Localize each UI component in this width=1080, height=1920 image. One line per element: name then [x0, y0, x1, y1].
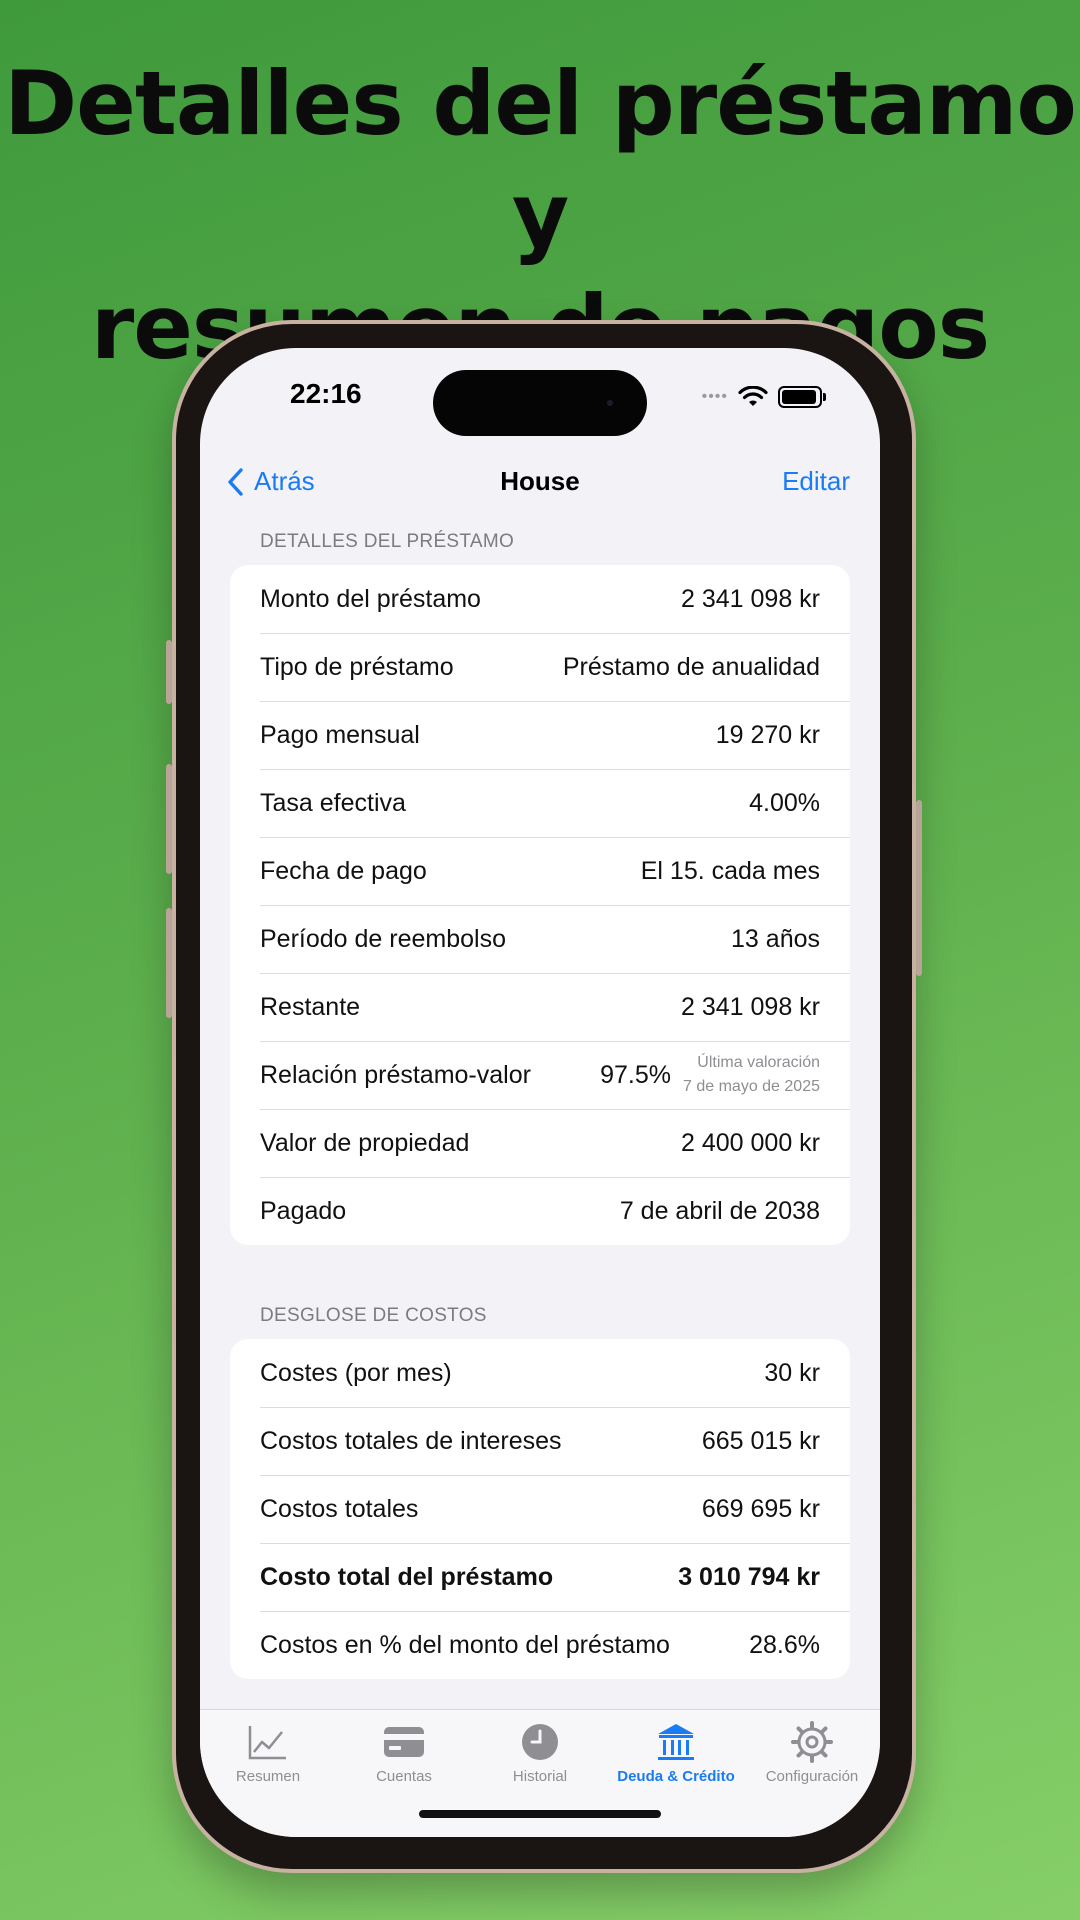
row-label: Tasa efectiva — [260, 788, 406, 817]
detail-row-loan-type: Tipo de préstamo Préstamo de anualidad — [230, 633, 850, 701]
last-valuation-date: 7 de mayo de 2025 — [683, 1078, 820, 1095]
tab-configuracion[interactable]: Configuración — [744, 1718, 880, 1785]
row-label: Pago mensual — [260, 720, 420, 749]
ltv-value: 97.5% — [600, 1060, 671, 1089]
volume-up-button — [166, 764, 172, 874]
phone-screen: 22:16 •••• Atrás House Editar DETALLES D… — [200, 348, 880, 1837]
detail-row-monthly-payment: Pago mensual 19 270 kr — [230, 701, 850, 769]
row-label: Relación préstamo-valor — [260, 1060, 531, 1089]
power-button — [916, 800, 922, 976]
last-valuation-note: Última valoración 7 de mayo de 2025 — [683, 1051, 820, 1099]
last-valuation-label: Última valoración — [697, 1054, 820, 1071]
detail-row-loan-to-value: Relación préstamo-valor 97.5% Última val… — [230, 1041, 850, 1109]
detail-row-effective-rate: Tasa efectiva 4.00% — [230, 769, 850, 837]
row-label: Pagado — [260, 1196, 347, 1225]
row-label: Costos totales — [260, 1494, 419, 1523]
dynamic-island — [433, 370, 647, 436]
tab-label: Historial — [512, 1768, 568, 1785]
row-value: 28.6% — [749, 1630, 820, 1659]
bank-icon — [658, 1724, 694, 1760]
row-value: El 15. cada mes — [640, 856, 820, 885]
row-value: 7 de abril de 2038 — [619, 1196, 820, 1225]
tab-deuda-credito[interactable]: Deuda & Crédito — [608, 1718, 744, 1785]
row-label: Tipo de préstamo — [260, 652, 454, 681]
tab-resumen[interactable]: Resumen — [200, 1718, 336, 1785]
ltv-value-group: 97.5% Última valoración 7 de mayo de 202… — [600, 1051, 820, 1099]
row-value: 2 341 098 kr — [681, 584, 820, 613]
row-label: Costo total del préstamo — [260, 1562, 554, 1591]
cost-row-cost-percent: Costos en % del monto del préstamo 28.6% — [230, 1611, 850, 1679]
chart-line-icon — [248, 1726, 286, 1760]
clock-icon — [522, 1724, 558, 1760]
detail-row-loan-amount: Monto del préstamo 2 341 098 kr — [230, 565, 850, 633]
detail-row-repayment-period: Período de reembolso 13 años — [230, 905, 850, 973]
row-value: 2 400 000 kr — [681, 1128, 820, 1157]
row-label: Costes (por mes) — [260, 1358, 452, 1387]
row-value: 30 kr — [764, 1358, 820, 1387]
wifi-icon — [738, 386, 768, 406]
phone-frame: 22:16 •••• Atrás House Editar DETALLES D… — [166, 320, 922, 1873]
action-button — [166, 640, 172, 704]
row-label: Costos totales de intereses — [260, 1426, 562, 1455]
home-indicator[interactable] — [419, 1810, 661, 1818]
row-label: Período de reembolso — [260, 924, 506, 953]
signal-icon: •••• — [701, 388, 728, 405]
row-value: Préstamo de anualidad — [562, 652, 820, 681]
row-value: 665 015 kr — [701, 1426, 820, 1455]
headline-line-1: Detalles del préstamo y — [4, 52, 1077, 267]
edit-button[interactable]: Editar — [782, 466, 850, 497]
cost-row-total-costs: Costos totales 669 695 kr — [230, 1475, 850, 1543]
cost-breakdown-header: DESGLOSE DE COSTOS — [260, 1305, 487, 1326]
tab-cuentas[interactable]: Cuentas — [336, 1718, 472, 1785]
row-value: 669 695 kr — [701, 1494, 820, 1523]
row-label: Costos en % del monto del préstamo — [260, 1630, 670, 1659]
row-label: Fecha de pago — [260, 856, 427, 885]
card-icon — [384, 1727, 424, 1757]
row-value: 3 010 794 kr — [678, 1562, 820, 1591]
status-time: 22:16 — [290, 378, 362, 409]
row-label: Valor de propiedad — [260, 1128, 470, 1157]
status-icons: •••• — [701, 386, 826, 408]
tab-label: Resumen — [235, 1768, 301, 1785]
detail-row-remaining: Restante 2 341 098 kr — [230, 973, 850, 1041]
battery-icon — [778, 386, 826, 408]
cost-row-monthly-fees: Costes (por mes) 30 kr — [230, 1339, 850, 1407]
row-value: 13 años — [731, 924, 820, 953]
tab-historial[interactable]: Historial — [472, 1718, 608, 1785]
detail-row-property-value: Valor de propiedad 2 400 000 kr — [230, 1109, 850, 1177]
row-value: 2 341 098 kr — [681, 992, 820, 1021]
cost-row-total-loan-cost: Costo total del préstamo 3 010 794 kr — [230, 1543, 850, 1611]
gear-icon — [791, 1721, 833, 1763]
row-label: Monto del préstamo — [260, 584, 481, 613]
detail-row-payment-date: Fecha de pago El 15. cada mes — [230, 837, 850, 905]
tab-label: Configuración — [765, 1768, 859, 1785]
loan-details-header: DETALLES DEL PRÉSTAMO — [260, 531, 515, 552]
page-title: House — [500, 466, 580, 496]
detail-row-paid-off: Pagado 7 de abril de 2038 — [230, 1177, 850, 1245]
loan-details-card: Monto del préstamo 2 341 098 kr Tipo de … — [230, 565, 850, 1245]
tab-label: Cuentas — [376, 1768, 432, 1785]
row-label: Restante — [260, 992, 361, 1021]
volume-down-button — [166, 908, 172, 1018]
cost-breakdown-card: Costes (por mes) 30 kr Costos totales de… — [230, 1339, 850, 1679]
tab-bar: Resumen Cuentas Historial Deuda & Crédit… — [200, 1709, 880, 1837]
cost-row-total-interest: Costos totales de intereses 665 015 kr — [230, 1407, 850, 1475]
row-value: 4.00% — [749, 788, 820, 817]
row-value: 19 270 kr — [715, 720, 820, 749]
tab-label: Deuda & Crédito — [617, 1768, 735, 1785]
navigation-bar: Atrás House Editar — [200, 448, 880, 514]
